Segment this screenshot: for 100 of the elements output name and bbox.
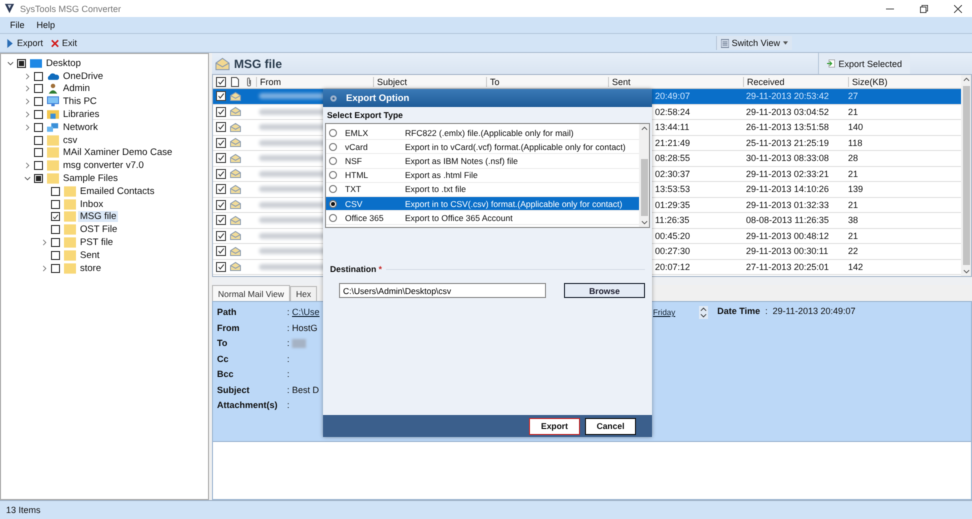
- option-row[interactable]: HTML Export as .html File: [326, 168, 639, 183]
- menu-item[interactable]: File: [10, 20, 25, 30]
- scroll-down-icon[interactable]: [640, 220, 648, 225]
- checkbox[interactable]: [34, 110, 43, 120]
- checkbox[interactable]: [216, 76, 226, 86]
- chevron-right-icon[interactable]: [24, 98, 30, 106]
- checkbox[interactable]: [216, 230, 226, 241]
- export-button[interactable]: Export: [529, 418, 580, 434]
- export-button[interactable]: Export: [4, 37, 46, 49]
- tree-item[interactable]: Inbox: [78, 198, 106, 210]
- checkbox[interactable]: [51, 212, 60, 222]
- checkbox[interactable]: [51, 186, 60, 196]
- tree-item[interactable]: Admin: [61, 83, 92, 94]
- checkbox[interactable]: [216, 153, 226, 164]
- destination-field[interactable]: C:\Users\Admin\Desktop\csv: [339, 283, 546, 298]
- envelope-icon: [230, 107, 240, 116]
- checkbox[interactable]: [216, 138, 226, 148]
- checkbox[interactable]: [216, 200, 226, 210]
- scroll-up-icon[interactable]: [640, 126, 648, 131]
- link[interactable]: Friday: [653, 308, 676, 317]
- checkbox[interactable]: [34, 72, 43, 81]
- chevron-right-icon[interactable]: [24, 124, 30, 131]
- checkbox[interactable]: [34, 174, 43, 184]
- checkbox[interactable]: [216, 122, 226, 132]
- chevron-right-icon[interactable]: [40, 264, 48, 272]
- close-icon[interactable]: [954, 4, 962, 12]
- switch-view-button[interactable]: Switch View: [716, 36, 792, 50]
- chevron-right-icon[interactable]: [40, 239, 48, 246]
- tree-item[interactable]: Sent: [78, 250, 102, 261]
- envelope-icon: [230, 122, 240, 132]
- table-cell-text: 29-11-2013 00:30:11: [745, 246, 830, 256]
- checkbox[interactable]: [34, 161, 43, 170]
- checkbox[interactable]: [216, 184, 226, 194]
- option-row[interactable]: Office 365 Export to Office 365 Account: [326, 211, 639, 226]
- checkbox[interactable]: [34, 148, 43, 158]
- checkbox[interactable]: [34, 122, 43, 132]
- browse-button[interactable]: Browse: [564, 283, 645, 298]
- checkbox[interactable]: [51, 250, 60, 260]
- checkbox[interactable]: [51, 238, 60, 248]
- menu-item[interactable]: Help: [36, 20, 56, 30]
- tree-item[interactable]: csv: [61, 134, 80, 146]
- scroll-arrows-icon[interactable]: [699, 306, 708, 319]
- envelope-icon: [230, 138, 240, 148]
- tree-item[interactable]: OST File: [78, 224, 120, 236]
- tab[interactable]: Normal Mail View: [212, 285, 290, 301]
- scroll-down-icon[interactable]: [962, 269, 970, 274]
- option-row[interactable]: EMLX RFC822 (.emlx) file.(Applicable only for mail): [326, 126, 639, 140]
- option-row[interactable]: CSV Export in to CSV(.csv) format.(Applicable only for contact): [326, 196, 639, 212]
- tree-item[interactable]: Desktop: [44, 58, 83, 69]
- checkbox[interactable]: [34, 84, 43, 94]
- tree-item[interactable]: OneDrive: [61, 70, 106, 82]
- column-header[interactable]: To: [486, 76, 608, 86]
- checkbox[interactable]: [216, 215, 226, 226]
- column-header[interactable]: Subject: [373, 76, 486, 86]
- table-cell-text: 29-11-2013 03:04:52: [745, 106, 830, 117]
- chevron-right-icon[interactable]: [24, 162, 30, 170]
- tree-item[interactable]: Sample Files: [61, 173, 120, 184]
- cancel-button[interactable]: Cancel: [585, 418, 636, 434]
- checkbox[interactable]: [216, 91, 226, 102]
- option-row[interactable]: vCard Export in to vCard(.vcf) format.(Applicable only for contact): [326, 140, 639, 154]
- scrollbar[interactable]: [639, 124, 649, 227]
- tree-item[interactable]: This PC: [61, 96, 99, 108]
- checkbox[interactable]: [216, 246, 226, 256]
- tree-item[interactable]: Libraries: [61, 109, 102, 120]
- checkbox[interactable]: [17, 58, 26, 68]
- scrollbar[interactable]: [961, 75, 971, 276]
- checkbox[interactable]: [216, 262, 226, 272]
- export-selected-button[interactable]: Export Selected: [818, 53, 910, 74]
- envelope-icon: [230, 246, 240, 256]
- option-description: Export in to vCard(.vcf) format.(Applicable only for contact): [405, 142, 626, 152]
- option-row[interactable]: NSF Export as IBM Notes (.nsf) file: [326, 154, 639, 169]
- column-header[interactable]: Sent: [608, 76, 743, 86]
- column-header[interactable]: Size(KB): [848, 76, 938, 86]
- maximize-icon[interactable]: [920, 4, 928, 12]
- column-header[interactable]: From: [256, 76, 373, 86]
- checkbox[interactable]: [51, 264, 60, 273]
- folder-icon: [64, 211, 76, 222]
- exit-button[interactable]: Exit: [49, 37, 80, 49]
- chevron-right-icon[interactable]: [24, 72, 30, 80]
- checkbox[interactable]: [34, 97, 43, 106]
- chevron-down-icon[interactable]: [6, 60, 14, 67]
- tree-item[interactable]: MAil Xaminer Demo Case: [61, 147, 174, 158]
- scroll-up-icon[interactable]: [962, 77, 970, 82]
- tree-item[interactable]: msg converter v7.0: [61, 160, 146, 172]
- chevron-right-icon[interactable]: [24, 111, 30, 118]
- tab[interactable]: Hex: [290, 286, 318, 301]
- checkbox[interactable]: [216, 168, 226, 179]
- tree-item[interactable]: MSG file: [78, 211, 118, 222]
- tree-item[interactable]: Emailed Contacts: [78, 186, 156, 197]
- tree-item[interactable]: Network: [61, 122, 100, 133]
- checkbox[interactable]: [34, 136, 43, 145]
- tree-item[interactable]: PST file: [78, 237, 116, 248]
- chevron-down-icon[interactable]: [24, 175, 30, 182]
- tree-item[interactable]: store: [78, 262, 104, 274]
- checkbox[interactable]: [51, 225, 60, 234]
- column-header[interactable]: Received: [743, 76, 848, 86]
- path-link[interactable]: C:\Use: [292, 307, 320, 317]
- checkbox[interactable]: [51, 200, 60, 209]
- checkbox[interactable]: [216, 106, 226, 117]
- chevron-right-icon[interactable]: [24, 85, 30, 92]
